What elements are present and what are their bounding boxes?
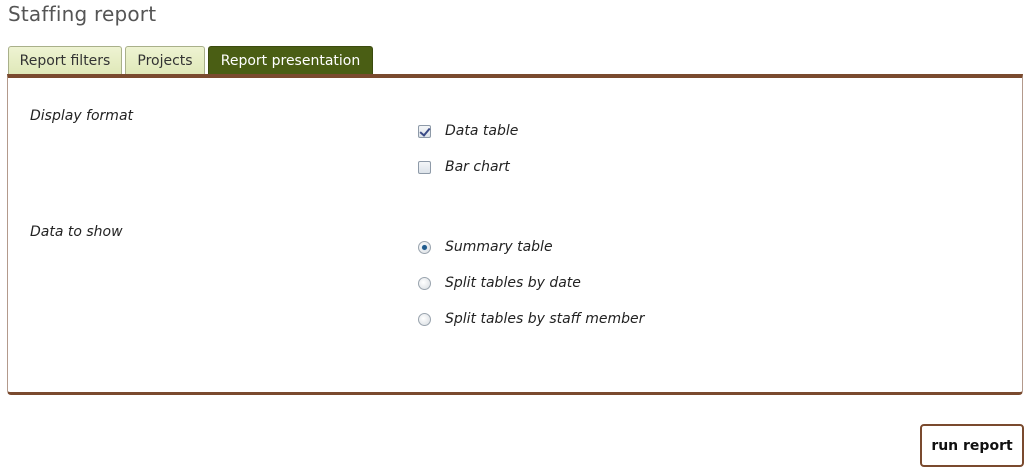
split-by-staff-label: Split tables by staff member	[445, 311, 645, 327]
tab-report-presentation[interactable]: Report presentation	[208, 46, 373, 75]
summary-table-label: Summary table	[445, 239, 553, 255]
split-by-date-label: Split tables by date	[445, 275, 581, 291]
tab-projects[interactable]: Projects	[125, 46, 205, 75]
tab-report-filters[interactable]: Report filters	[8, 46, 122, 75]
option-split-by-date[interactable]: Split tables by date	[418, 274, 581, 292]
report-presentation-panel: Display format Data table Bar chart Data…	[7, 74, 1023, 395]
option-summary-table[interactable]: Summary table	[418, 238, 553, 256]
data-table-checkbox[interactable]	[418, 124, 431, 138]
summary-table-radio[interactable]	[418, 240, 431, 254]
option-data-table[interactable]: Data table	[418, 122, 518, 140]
data-table-label: Data table	[445, 123, 519, 139]
bar-chart-checkbox[interactable]	[418, 160, 431, 174]
option-split-by-staff[interactable]: Split tables by staff member	[418, 310, 644, 328]
option-bar-chart[interactable]: Bar chart	[418, 158, 510, 176]
data-to-show-label: Data to show	[30, 224, 123, 240]
bar-chart-label: Bar chart	[445, 159, 510, 175]
page-title: Staffing report	[8, 2, 157, 26]
run-report-button[interactable]: run report	[920, 424, 1024, 467]
split-by-date-radio[interactable]	[418, 276, 431, 290]
display-format-label: Display format	[30, 108, 134, 124]
split-by-staff-radio[interactable]	[418, 312, 431, 326]
